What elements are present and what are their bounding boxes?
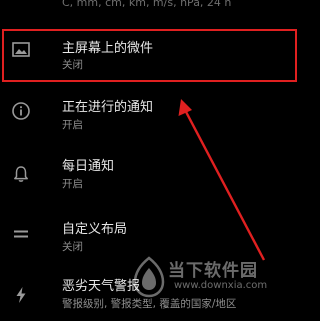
item-title: 正在进行的通知 <box>62 100 154 115</box>
lightning-icon <box>11 285 31 305</box>
settings-item-ongoing-notification[interactable]: 正在进行的通知 开启 <box>0 87 300 141</box>
item-subtitle: 警报级别, 警报类型, 覆盖的国家/地区 <box>62 298 237 310</box>
item-subtitle: 开启 <box>62 178 83 190</box>
settings-item-severe-weather-alerts[interactable]: 恶劣天气警报 警报级别, 警报类型, 覆盖的国家/地区 <box>0 265 300 319</box>
info-icon <box>11 101 31 121</box>
bell-icon <box>11 164 31 184</box>
previous-item-subtitle: C, mm, cm, km, m/s, hPa, 24 h <box>62 0 232 9</box>
item-subtitle: 关闭 <box>62 241 83 253</box>
equals-icon <box>11 224 31 244</box>
item-title: 主屏幕上的微件 <box>62 41 154 56</box>
settings-item-daily-notification[interactable]: 每日通知 开启 <box>0 146 300 200</box>
image-icon <box>11 40 31 60</box>
item-subtitle: 关闭 <box>62 59 83 71</box>
item-subtitle: 开启 <box>62 119 83 131</box>
settings-screen: C, mm, cm, km, m/s, hPa, 24 h 主屏幕上的微件 关闭… <box>0 0 300 321</box>
item-title: 自定义布局 <box>62 222 128 237</box>
item-title: 恶劣天气警报 <box>62 279 141 294</box>
settings-item-custom-layout[interactable]: 自定义布局 关闭 <box>0 208 300 262</box>
item-title: 每日通知 <box>62 159 115 174</box>
settings-item-home-widget[interactable]: 主屏幕上的微件 关闭 <box>0 30 300 84</box>
